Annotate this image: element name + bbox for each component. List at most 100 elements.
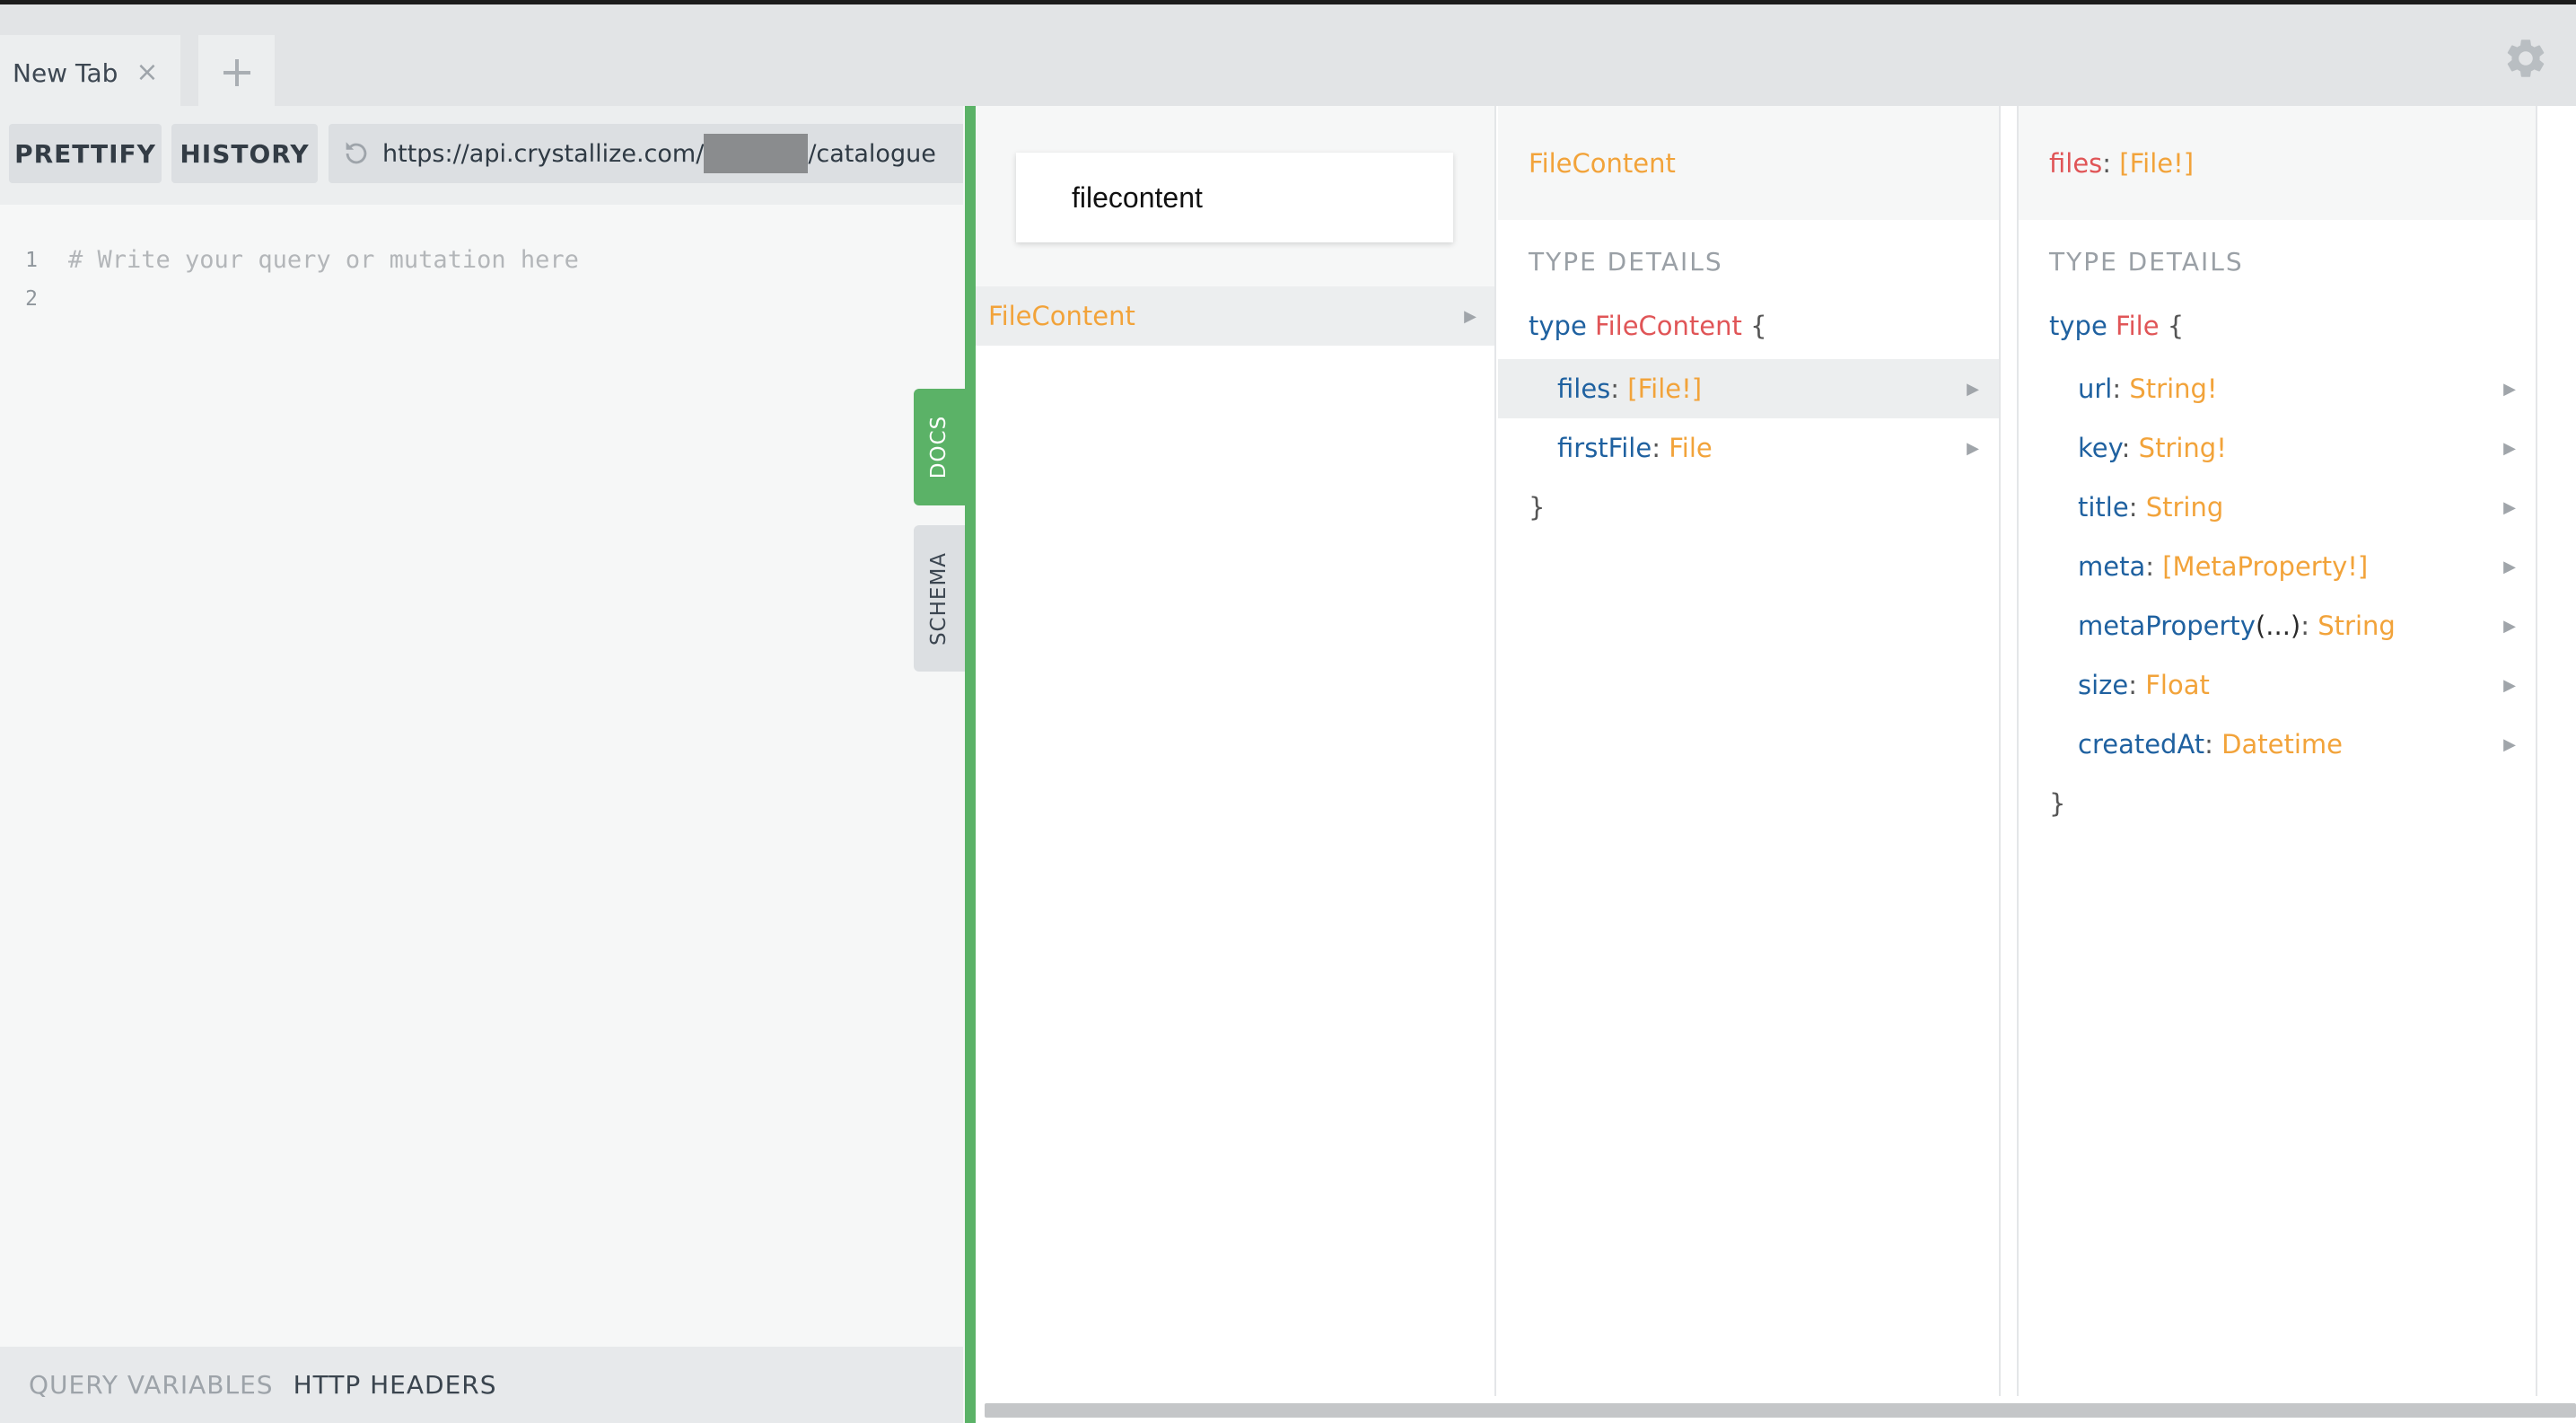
tab-label: New Tab (13, 57, 118, 88)
history-button[interactable]: HISTORY (171, 124, 318, 183)
tab-bar: New Tab × (0, 0, 2576, 110)
docs-panel-border[interactable] (965, 106, 976, 1423)
field-name: files (1557, 373, 1611, 404)
docs-type-column-filecontent: FileContent TYPE DETAILS type FileConten… (1498, 106, 2001, 1396)
plus-icon (223, 59, 250, 86)
docs-side-tab[interactable]: DOCS (914, 389, 965, 505)
schema-side-tab[interactable]: SCHEMA (914, 525, 965, 672)
type-declaration: type File { (2019, 311, 2536, 347)
field-row[interactable]: title: String ▶ (2019, 478, 2536, 537)
field-type[interactable]: Datetime (2221, 729, 2343, 760)
field-type[interactable]: String (2318, 610, 2396, 641)
docs-type-column-file: files: [File!] TYPE DETAILS type File { … (2017, 106, 2537, 1396)
line-number: 2 (25, 286, 38, 311)
result-label: FileContent (988, 301, 1135, 331)
chevron-right-icon: ▶ (2503, 734, 2516, 754)
field-name: size (2078, 670, 2129, 700)
field-type[interactable]: String! (2129, 373, 2217, 404)
chevron-right-icon: ▶ (1967, 438, 1979, 458)
bottom-tabs: QUERY VARIABLES HTTP HEADERS (0, 1347, 963, 1423)
url-prefix: https://api.crystallize.com/ (382, 139, 705, 168)
column-title: FileContent (1498, 106, 1999, 220)
horizontal-scrollbar[interactable] (985, 1403, 2576, 1418)
field-row[interactable]: key: String! ▶ (2019, 418, 2536, 478)
search-result-item[interactable]: FileContent ▶ (976, 286, 1494, 346)
docs-search-box[interactable] (1016, 153, 1453, 242)
docs-search-column: FileContent ▶ (976, 106, 1496, 1396)
field-type[interactable]: String! (2139, 433, 2227, 463)
tab-query-variables[interactable]: QUERY VARIABLES (29, 1370, 274, 1400)
field-colon: : (2128, 670, 2138, 700)
field-row[interactable]: createdAt: Datetime ▶ (2019, 715, 2536, 774)
new-tab-button[interactable] (198, 35, 275, 110)
field-name: meta (2078, 551, 2146, 582)
field-name: key (2078, 433, 2122, 463)
chevron-right-icon: ▶ (2503, 616, 2516, 636)
field-type[interactable]: File (1669, 433, 1713, 463)
column-title-type: [File!] (2119, 147, 2195, 179)
field-colon: : (2128, 492, 2138, 523)
settings-gear-icon[interactable] (2502, 35, 2549, 82)
editor-toolbar: PRETTIFY HISTORY https://api.crystallize… (0, 106, 963, 205)
field-type[interactable]: [MetaProperty!] (2162, 551, 2368, 582)
endpoint-url-field[interactable]: https://api.crystallize.com/ /catalogue (329, 124, 963, 183)
chevron-right-icon: ▶ (2503, 675, 2516, 695)
field-colon: : (1652, 433, 1660, 463)
code-editor[interactable]: 1 # Write your query or mutation here 2 (0, 241, 963, 318)
chevron-right-icon: ▶ (1464, 306, 1476, 326)
url-suffix: /catalogue (808, 139, 936, 168)
close-brace: } (2049, 788, 2066, 819)
field-name: metaProperty (2078, 610, 2256, 641)
type-declaration: type FileContent { (1498, 311, 1999, 347)
field-colon: : (2145, 551, 2155, 582)
query-editor-pane: PRETTIFY HISTORY https://api.crystallize… (0, 106, 963, 1423)
chevron-right-icon: ▶ (2503, 557, 2516, 576)
close-icon[interactable]: × (136, 59, 158, 86)
type-keyword: type (2049, 311, 2107, 341)
tab-new-tab[interactable]: New Tab × (0, 35, 180, 110)
close-brace: } (1529, 492, 1546, 523)
chevron-right-icon: ▶ (1967, 379, 1979, 399)
column-title: files: [File!] (2019, 106, 2536, 220)
open-brace: { (2167, 311, 2185, 341)
field-colon: : (2121, 433, 2131, 463)
line-number: 1 (25, 248, 38, 272)
field-row-files[interactable]: files: [File!] ▶ (1498, 359, 1999, 418)
docs-label: DOCS (927, 415, 951, 479)
field-row[interactable]: url: String! ▶ (2019, 359, 2536, 418)
docs-search-input[interactable] (1070, 180, 1429, 215)
editor-line: 1 # Write your query or mutation here (0, 241, 963, 279)
field-type[interactable]: [File!] (1627, 373, 1702, 404)
field-name: firstFile (1557, 433, 1652, 463)
editor-line: 2 (0, 279, 963, 318)
field-row[interactable]: size: Float ▶ (2019, 655, 2536, 715)
field-row[interactable]: meta: [MetaProperty!] ▶ (2019, 537, 2536, 596)
section-title: TYPE DETAILS (2049, 247, 2244, 277)
docs-panel: FileContent ▶ FileContent TYPE DETAILS t… (976, 106, 2576, 1423)
chevron-right-icon: ▶ (2503, 379, 2516, 399)
chevron-right-icon: ▶ (2503, 438, 2516, 458)
prettify-button[interactable]: PRETTIFY (9, 124, 162, 183)
column-title-text: FileContent (1529, 147, 1676, 179)
tab-http-headers[interactable]: HTTP HEADERS (294, 1370, 497, 1400)
field-colon: : (2112, 373, 2122, 404)
type-name: FileContent (1595, 311, 1742, 341)
section-title: TYPE DETAILS (1529, 247, 1723, 277)
chevron-right-icon: ▶ (2503, 497, 2516, 517)
field-colon: : (2300, 610, 2310, 641)
field-type[interactable]: Float (2145, 670, 2210, 700)
schema-label: SCHEMA (927, 551, 951, 646)
field-colon: : (1610, 373, 1620, 404)
field-type[interactable]: String (2146, 492, 2224, 523)
field-name: title (2078, 492, 2129, 523)
field-row-firstfile[interactable]: firstFile: File ▶ (1498, 418, 1999, 478)
type-keyword: type (1529, 311, 1587, 341)
field-row[interactable]: metaProperty(...): String ▶ (2019, 596, 2536, 655)
line-text: # Write your query or mutation here (68, 246, 579, 274)
redacted-block (704, 134, 809, 173)
open-brace: { (1750, 311, 1767, 341)
column-title-colon: : (2102, 147, 2112, 179)
type-name: File (2116, 311, 2160, 341)
column-title-field: files (2049, 147, 2103, 179)
reload-icon[interactable] (341, 138, 372, 169)
